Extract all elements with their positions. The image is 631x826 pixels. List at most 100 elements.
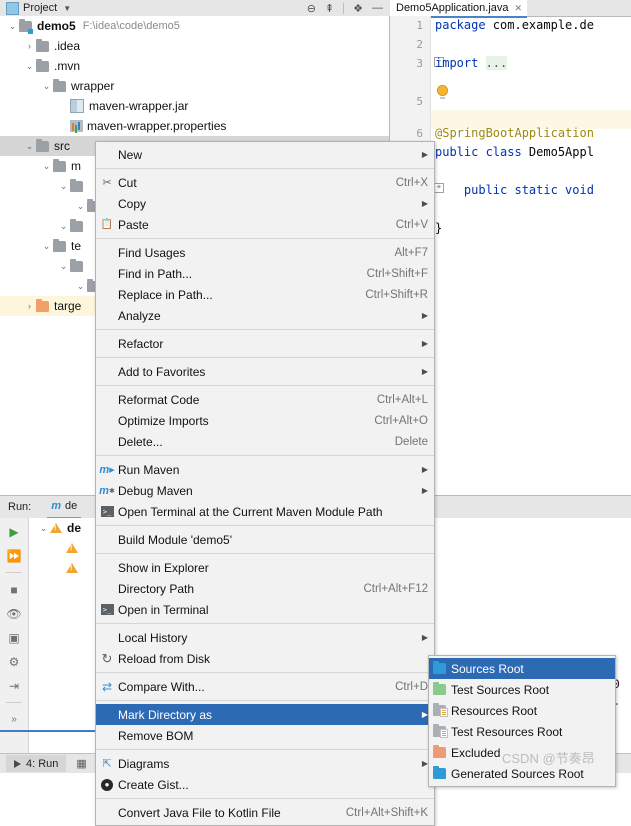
tree-item-label: wrapper bbox=[71, 79, 115, 93]
soft-wrap-icon[interactable]: ⚙ bbox=[7, 654, 22, 669]
menu-item-shortcut: Ctrl+Shift+R bbox=[365, 288, 428, 301]
menu-item-debug-maven[interactable]: m ✱ Debug Maven ▶ bbox=[96, 480, 434, 501]
mark-directory-as-submenu[interactable]: Sources Root Test Sources Root Resources R… bbox=[428, 655, 616, 787]
submenu-item-test-sources-root[interactable]: Test Sources Root bbox=[429, 679, 615, 700]
rerun-icon[interactable]: ▶ bbox=[7, 524, 22, 539]
warning-icon bbox=[66, 563, 78, 573]
collapse-all-icon[interactable]: ⊖ bbox=[307, 2, 316, 15]
chevron-down-icon[interactable]: ⌄ bbox=[40, 241, 53, 252]
tree-item-label: demo5 bbox=[37, 19, 76, 33]
folder-teal-icon bbox=[433, 766, 451, 779]
terminal-icon: >_ bbox=[96, 604, 118, 615]
run-tree-row[interactable] bbox=[29, 538, 105, 558]
chevron-down-icon[interactable]: ⌄ bbox=[40, 81, 53, 92]
chevron-down-icon[interactable]: ⌄ bbox=[6, 21, 19, 32]
menu-item-refactor[interactable]: Refactor ▶ bbox=[96, 333, 434, 354]
menu-item-shortcut: Ctrl+Alt+O bbox=[374, 414, 428, 427]
screenshot-icon[interactable]: ▣ bbox=[7, 630, 22, 645]
menu-item-show-in-explorer[interactable]: Show in Explorer bbox=[96, 557, 434, 578]
chevron-right-icon[interactable]: › bbox=[23, 301, 36, 311]
more-icon[interactable]: » bbox=[7, 712, 22, 727]
tree-row[interactable]: ⌄ .mvn bbox=[0, 56, 389, 76]
settings-gear-icon[interactable]: ⇞ bbox=[325, 2, 334, 15]
menu-item-open-terminal-at-the-current-maven-module-path[interactable]: >_ Open Terminal at the Current Maven Mod… bbox=[96, 501, 434, 522]
menu-item-reformat-code[interactable]: Reformat Code Ctrl+Alt+L bbox=[96, 389, 434, 410]
chevron-right-icon[interactable]: › bbox=[23, 41, 36, 51]
menu-item-find-in-path[interactable]: Find in Path... Ctrl+Shift+F bbox=[96, 263, 434, 284]
menu-item-create-gist[interactable]: ● Create Gist... bbox=[96, 774, 434, 795]
submenu-item-resources-root[interactable]: Resources Root bbox=[429, 700, 615, 721]
chevron-down-icon[interactable]: ⌄ bbox=[57, 221, 70, 232]
line-number: 1 bbox=[416, 19, 423, 32]
chevron-right-icon: ▶ bbox=[421, 633, 428, 642]
tree-row[interactable]: maven-wrapper.properties bbox=[0, 116, 389, 136]
chevron-down-icon[interactable]: ⌄ bbox=[57, 181, 70, 192]
menu-item-label: Copy bbox=[118, 196, 147, 211]
menu-item-analyze[interactable]: Analyze ▶ bbox=[96, 305, 434, 326]
menu-item-find-usages[interactable]: Find Usages Alt+F7 bbox=[96, 242, 434, 263]
tree-row[interactable]: ⌄ demo5 F:\idea\code\demo5 bbox=[0, 16, 389, 36]
chevron-down-icon[interactable]: ⌄ bbox=[57, 261, 70, 272]
rerun-failed-icon[interactable]: ⏩ bbox=[7, 548, 22, 563]
hide-icon[interactable]: ❖ bbox=[353, 2, 363, 15]
folder-icon bbox=[36, 58, 49, 72]
scroll-to-end-icon[interactable]: ⇥ bbox=[7, 678, 22, 693]
menu-item-mark-directory-as[interactable]: Mark Directory as ▶ bbox=[96, 704, 434, 725]
submenu-item-sources-root[interactable]: Sources Root bbox=[429, 658, 615, 679]
code-line: } bbox=[435, 221, 442, 235]
chevron-down-icon[interactable]: ⌄ bbox=[74, 201, 87, 212]
tree-row[interactable]: maven-wrapper.jar bbox=[0, 96, 389, 116]
chevron-down-icon[interactable]: ⌄ bbox=[74, 281, 87, 292]
submenu-item-label: Excluded bbox=[451, 745, 501, 760]
tree-row[interactable]: › .idea bbox=[0, 36, 389, 56]
chevron-right-icon: ▶ bbox=[421, 150, 428, 159]
chevron-down-icon[interactable]: ⌄ bbox=[37, 523, 50, 534]
project-context-menu[interactable]: New ▶ ✂ Cut Ctrl+X Copy ▶ 📋 Paste Ctrl+V Find Usag… bbox=[95, 141, 435, 826]
menu-item-add-to-favorites[interactable]: Add to Favorites ▶ bbox=[96, 361, 434, 382]
menu-item-convert-java-file-to-kotlin-file[interactable]: Convert Java File to Kotlin File Ctrl+Alt… bbox=[96, 802, 434, 823]
chevron-down-icon[interactable]: ⌄ bbox=[23, 141, 36, 152]
grid-icon[interactable]: ▦ bbox=[76, 757, 87, 770]
code-text-area[interactable]: package com.example.de import ... @SpringB… bbox=[431, 16, 631, 494]
menu-item-cut[interactable]: ✂ Cut Ctrl+X bbox=[96, 172, 434, 193]
chevron-down-icon[interactable]: ⌄ bbox=[23, 61, 36, 72]
chevron-down-icon[interactable]: ⌄ bbox=[40, 161, 53, 172]
run-tree-row[interactable] bbox=[29, 558, 105, 578]
stop-icon[interactable]: ■ bbox=[7, 582, 22, 597]
filter-icon[interactable]: 👁 bbox=[6, 606, 21, 621]
menu-item-remove-bom[interactable]: Remove BOM bbox=[96, 725, 434, 746]
tree-item-path: F:\idea\code\demo5 bbox=[82, 20, 180, 32]
project-toolwindow-title[interactable]: Project bbox=[23, 2, 57, 14]
menu-item-label: Add to Favorites bbox=[118, 364, 206, 379]
editor-tab-bar: Demo5Application.java ✕ bbox=[390, 0, 631, 18]
menu-item-copy[interactable]: Copy ▶ bbox=[96, 193, 434, 214]
menu-item-replace-in-path[interactable]: Replace in Path... Ctrl+Shift+R bbox=[96, 284, 434, 305]
submenu-item-test-resources-root[interactable]: Test Resources Root bbox=[429, 721, 615, 742]
menu-item-run-maven[interactable]: m ▶ Run Maven ▶ bbox=[96, 459, 434, 480]
tree-item-label: m bbox=[71, 159, 81, 173]
menu-item-diagrams[interactable]: ⇱ Diagrams ▶ bbox=[96, 753, 434, 774]
menu-item-open-in-terminal[interactable]: >_ Open in Terminal bbox=[96, 599, 434, 620]
maven-icon: m bbox=[51, 500, 62, 512]
chevron-right-icon: ▶ bbox=[421, 465, 428, 474]
menu-item-compare-with[interactable]: ⇄ Compare With... Ctrl+D bbox=[96, 676, 434, 697]
menu-item-optimize-imports[interactable]: Optimize Imports Ctrl+Alt+O bbox=[96, 410, 434, 431]
code-line: @SpringBootApplication bbox=[435, 126, 594, 140]
menu-item-reload-from-disk[interactable]: ↻ Reload from Disk bbox=[96, 648, 434, 669]
chevron-down-icon[interactable]: ▼ bbox=[63, 4, 71, 13]
status-run-button[interactable]: 4: Run bbox=[6, 755, 67, 772]
toolwindow-header-icons: ⊖ ⇞ ❖ — bbox=[307, 2, 390, 15]
folder-blue-icon bbox=[433, 661, 451, 674]
tree-row[interactable]: ⌄ wrapper bbox=[0, 76, 389, 96]
submenu-item-label: Resources Root bbox=[451, 703, 538, 718]
menu-item-paste[interactable]: 📋 Paste Ctrl+V bbox=[96, 214, 434, 235]
menu-item-delete[interactable]: Delete... Delete bbox=[96, 431, 434, 452]
menu-item-new[interactable]: New ▶ bbox=[96, 144, 434, 165]
close-icon[interactable]: ✕ bbox=[515, 3, 523, 14]
menu-item-build-module-demo5[interactable]: Build Module 'demo5' bbox=[96, 529, 434, 550]
run-tree-row[interactable]: ⌄ de bbox=[29, 518, 105, 538]
minimize-icon[interactable]: — bbox=[372, 2, 383, 14]
menu-item-local-history[interactable]: Local History ▶ bbox=[96, 627, 434, 648]
run-tab-demo5[interactable]: m de bbox=[47, 496, 82, 519]
menu-item-directory-path[interactable]: Directory Path Ctrl+Alt+F12 bbox=[96, 578, 434, 599]
